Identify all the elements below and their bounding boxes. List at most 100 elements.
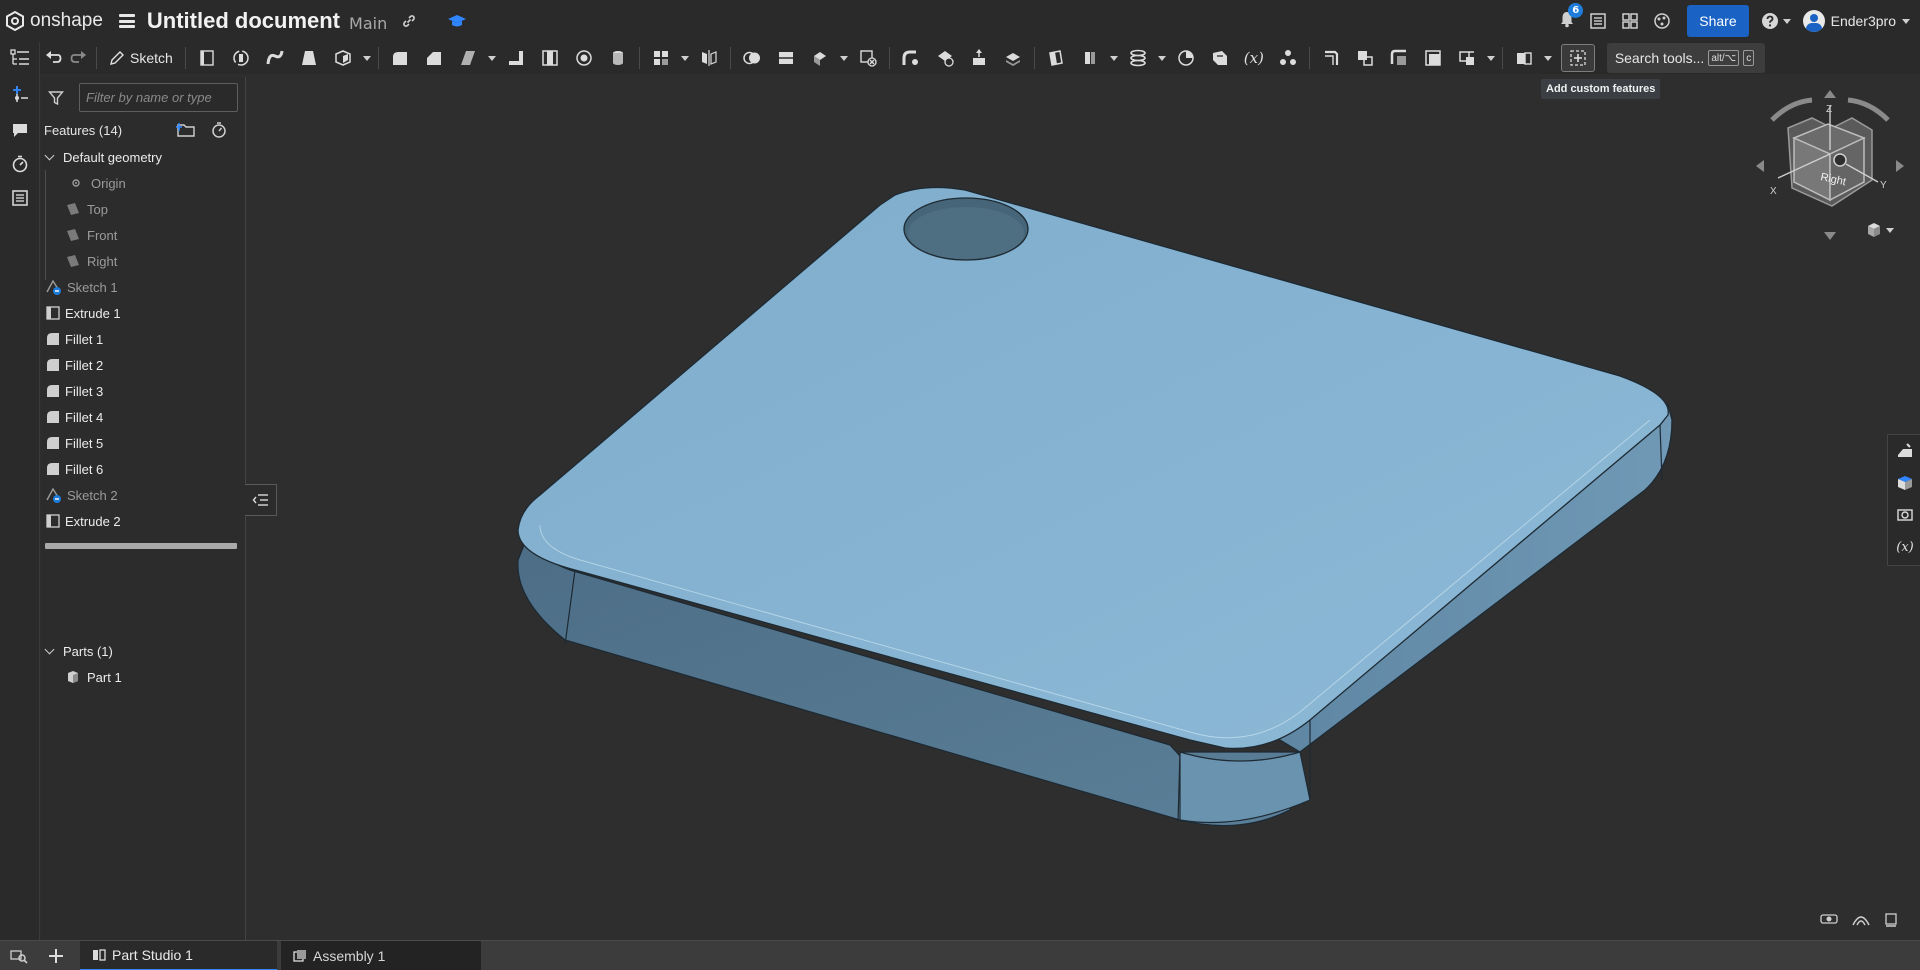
feature-list-toggle[interactable] [8,46,32,70]
draft-tool[interactable] [451,44,485,72]
chevron-down-icon[interactable] [45,152,55,162]
rotate-right-arrow[interactable] [1896,160,1904,172]
variable-tool[interactable]: (x) [1237,44,1271,72]
part-render[interactable] [247,74,1920,940]
sheet-metal-tool[interactable] [1314,44,1348,72]
rotate-cw-arrow[interactable] [1847,97,1890,122]
drawing-dropdown[interactable] [1541,44,1555,72]
rotate-up-arrow[interactable] [1824,90,1836,98]
curve-dropdown[interactable] [1155,44,1169,72]
variables-panel-button[interactable]: (x) [1893,535,1917,559]
user-menu[interactable]: Ender3pro [1802,10,1910,32]
feature-item-fillet[interactable]: Fillet 6 [45,456,245,482]
chevron-down-icon[interactable] [45,646,55,656]
stopwatch-icon[interactable] [210,121,228,139]
comments-button[interactable] [8,118,32,142]
hem-tool[interactable] [1382,44,1416,72]
measure-button[interactable] [8,152,32,176]
shell-tool[interactable] [499,44,533,72]
tab-part-studio[interactable]: Part Studio 1 [80,941,277,970]
sweep-tool[interactable] [258,44,292,72]
draft-dropdown[interactable] [485,44,499,72]
mass-properties-button[interactable] [1893,503,1917,527]
composite-part-tool[interactable] [1271,44,1305,72]
release-list-icon[interactable] [1589,12,1607,30]
share-button[interactable]: Share [1687,5,1749,37]
pattern-dropdown[interactable] [678,44,692,72]
section-view-tool[interactable] [1169,44,1203,72]
move-face-tool[interactable] [962,44,996,72]
pattern-tool[interactable] [644,44,678,72]
branch-label[interactable]: Main [349,14,387,33]
undo-button[interactable] [40,44,66,72]
split-tool[interactable] [769,44,803,72]
help-menu[interactable] [1761,12,1791,30]
mate-connector-tool[interactable] [1073,44,1107,72]
section-view-icon[interactable] [1852,912,1870,926]
tree-item-right-plane[interactable]: Right [65,248,265,274]
default-geometry-folder[interactable]: Default geometry [45,144,245,170]
feature-item-fillet[interactable]: Fillet 1 [45,326,245,352]
feature-item-sketch[interactable]: Sketch 1 [45,274,245,300]
search-tabs-icon[interactable] [10,948,28,964]
view-options-dropdown[interactable] [1866,222,1894,238]
sketch-button[interactable]: Sketch [101,44,181,72]
add-custom-features-button[interactable] [1560,44,1595,72]
notifications-button[interactable]: 6 [1559,3,1584,32]
add-folder-icon[interactable] [176,121,196,139]
thicken-dropdown[interactable] [360,44,374,72]
feature-item-fillet[interactable]: Fillet 3 [45,378,245,404]
extrude-tool[interactable] [190,44,224,72]
feature-item-sketch[interactable]: Sketch 2 [45,482,245,508]
versions-history-icon[interactable] [1653,12,1671,30]
feature-item-extrude[interactable]: Extrude 2 [45,508,245,534]
frame-dropdown[interactable] [1484,44,1498,72]
rollback-bar[interactable] [45,543,237,549]
graphics-viewport[interactable] [247,74,1920,940]
rotate-left-arrow[interactable] [1756,160,1764,172]
feature-item-fillet[interactable]: Fillet 2 [45,352,245,378]
named-views-icon[interactable] [1884,912,1898,928]
learning-center-icon[interactable] [447,13,467,29]
tree-item-top-plane[interactable]: Top [65,196,265,222]
hole-tool[interactable] [533,44,567,72]
loft-tool[interactable] [292,44,326,72]
link-icon[interactable] [401,13,417,29]
tab-tool[interactable] [1416,44,1450,72]
main-menu-icon[interactable] [118,14,135,28]
plane-tool[interactable] [1039,44,1073,72]
modify-fillet-tool[interactable] [894,44,928,72]
onshape-logo[interactable]: onshape [6,10,103,32]
tree-item-front-plane[interactable]: Front [65,222,265,248]
filter-input[interactable] [79,83,238,112]
insert-feature-button[interactable] [8,82,32,106]
rotate-down-arrow[interactable] [1824,232,1836,240]
boolean-tool[interactable] [735,44,769,72]
parts-panel-button[interactable] [1893,471,1917,495]
rotate-ccw-arrow[interactable] [1770,97,1813,122]
app-store-icon[interactable] [1621,12,1639,30]
thicken-tool[interactable] [326,44,360,72]
revolve-tool[interactable] [224,44,258,72]
render-mode-icon[interactable] [1820,912,1838,926]
curve-tool[interactable] [1121,44,1155,72]
drawing-tool[interactable] [1507,44,1541,72]
delete-face-tool[interactable] [928,44,962,72]
mate-connector-dropdown[interactable] [1107,44,1121,72]
frame-tool[interactable] [1450,44,1484,72]
feature-item-extrude[interactable]: Extrude 1 [45,300,245,326]
tab-assembly[interactable]: Assembly 1 [281,941,481,970]
chamfer-tool[interactable] [417,44,451,72]
tree-item-part[interactable]: Part 1 [65,664,265,690]
search-tools-input[interactable]: Search tools... alt/⌥ c [1606,43,1765,73]
delete-part-tool[interactable] [851,44,885,72]
fillet-tool[interactable] [383,44,417,72]
replace-face-tool[interactable] [996,44,1030,72]
redo-button[interactable] [66,44,92,72]
document-title[interactable]: Untitled document [147,8,340,34]
filter-icon[interactable] [48,90,64,106]
thread-tool[interactable] [601,44,635,72]
tree-item-origin[interactable]: Origin [65,170,265,196]
feature-item-fillet[interactable]: Fillet 5 [45,430,245,456]
transform-dropdown[interactable] [837,44,851,72]
